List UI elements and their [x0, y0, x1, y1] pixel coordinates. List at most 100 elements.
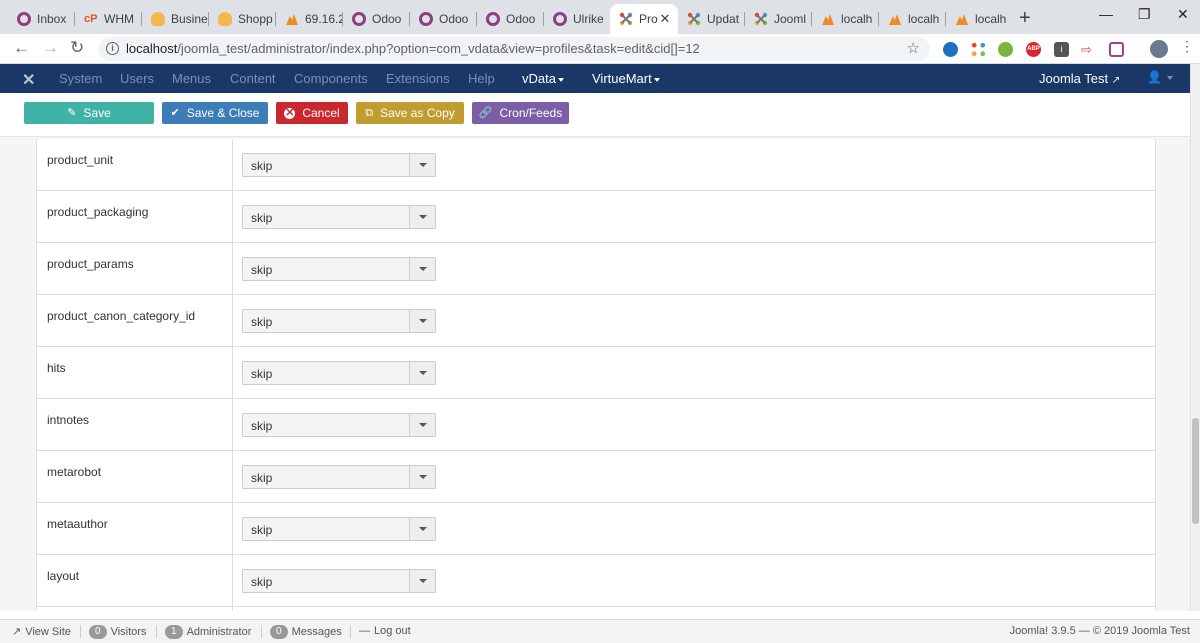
- field-label: product_canon_category_id: [47, 309, 196, 323]
- external-link-icon: ↗: [12, 626, 22, 638]
- browser-tab[interactable]: Inbox: [8, 4, 75, 34]
- circle-ring-icon: [553, 12, 567, 26]
- messages-link[interactable]: 0 Messages: [270, 625, 342, 639]
- menu-components[interactable]: Components: [294, 71, 368, 86]
- window-close-icon[interactable]: ✕: [1177, 6, 1189, 23]
- joomla-icon: [619, 12, 633, 26]
- browser-tab[interactable]: localh: [812, 4, 879, 34]
- profile-avatar[interactable]: [1150, 40, 1168, 58]
- edit-icon: ✎: [67, 107, 77, 119]
- bookmark-star-icon[interactable]: ☆: [907, 37, 920, 61]
- view-site-link[interactable]: ↗ View Site: [12, 625, 71, 639]
- table-row: metaauthor skip: [37, 503, 1155, 555]
- table-row: hits skip: [37, 347, 1155, 399]
- extension-share-icon[interactable]: ⇨: [1081, 42, 1096, 57]
- table-row: product_canon_category_id skip: [37, 295, 1155, 347]
- joomla-logo-icon[interactable]: ✕: [22, 70, 35, 90]
- field-mapping-table: product_unit skip product_packaging skip…: [36, 139, 1156, 611]
- back-icon[interactable]: ←: [13, 38, 30, 58]
- minimize-icon[interactable]: —: [1099, 6, 1113, 22]
- admin-navbar: ✕ System Users Menus Content Components …: [0, 64, 1190, 93]
- browser-tab[interactable]: Odoo: [477, 4, 544, 34]
- extension-person-icon[interactable]: [943, 42, 958, 57]
- close-tab-icon[interactable]: ✕: [658, 11, 672, 27]
- chevron-down-icon[interactable]: [409, 206, 435, 228]
- field-select[interactable]: skip: [242, 309, 436, 333]
- browser-tab[interactable]: 69.16.2: [276, 4, 343, 34]
- field-select[interactable]: skip: [242, 205, 436, 229]
- menu-extensions[interactable]: Extensions: [386, 71, 450, 86]
- browser-tab[interactable]: localh: [946, 4, 1009, 34]
- field-label: hits: [47, 361, 66, 375]
- cron-feeds-button[interactable]: 🔗 Cron/Feeds: [472, 102, 569, 124]
- menu-virtuemart[interactable]: VirtueMart: [592, 71, 660, 86]
- chevron-down-icon[interactable]: [409, 362, 435, 384]
- table-row: [37, 607, 1155, 611]
- scrollbar-thumb[interactable]: [1192, 418, 1199, 524]
- chevron-down-icon[interactable]: [409, 310, 435, 332]
- info-icon[interactable]: i: [106, 42, 119, 55]
- field-select[interactable]: skip: [242, 413, 436, 437]
- field-select[interactable]: skip: [242, 153, 436, 177]
- browser-tab[interactable]: Shopp: [209, 4, 276, 34]
- save-button[interactable]: ✎ Save: [24, 102, 154, 124]
- triangle-logo-icon: [888, 12, 902, 26]
- extension-purple-icon[interactable]: [1109, 42, 1124, 57]
- field-select[interactable]: skip: [242, 257, 436, 281]
- browser-tab[interactable]: Busine: [142, 4, 209, 34]
- cpanel-icon: cP: [84, 13, 98, 25]
- browser-tab[interactable]: cP WHM: [75, 4, 142, 34]
- user-icon: 👤: [1147, 70, 1162, 84]
- browser-tab[interactable]: Jooml: [745, 4, 812, 34]
- chevron-down-icon[interactable]: [409, 258, 435, 280]
- cancel-button[interactable]: ✕ Cancel: [276, 102, 348, 124]
- extension-green-icon[interactable]: [998, 42, 1013, 57]
- reload-icon[interactable]: ↻: [70, 38, 84, 58]
- field-select[interactable]: skip: [242, 465, 436, 489]
- browser-tab-active[interactable]: Pro ✕: [610, 4, 678, 34]
- chevron-down-icon[interactable]: [409, 414, 435, 436]
- chevron-down-icon[interactable]: [409, 466, 435, 488]
- check-icon: ✔: [170, 107, 180, 119]
- site-link[interactable]: Joomla Test ↗: [1039, 71, 1120, 86]
- field-select[interactable]: skip: [242, 569, 436, 593]
- restore-icon[interactable]: ❐: [1138, 6, 1151, 23]
- logout-link[interactable]: — Log out: [359, 625, 411, 637]
- page-scrollbar[interactable]: [1190, 64, 1200, 611]
- extension-joomla-icon[interactable]: [971, 42, 986, 57]
- browser-tab[interactable]: localh: [879, 4, 946, 34]
- new-tab-icon[interactable]: +: [1019, 7, 1031, 30]
- chevron-down-icon: [1167, 75, 1174, 80]
- address-bar[interactable]: i localhost/joomla_test/administrator/in…: [98, 37, 930, 61]
- extension-info-icon[interactable]: i: [1054, 42, 1069, 57]
- menu-content[interactable]: Content: [230, 71, 276, 86]
- adblock-icon[interactable]: ABP: [1026, 42, 1041, 57]
- visitors-badge: 0: [89, 625, 107, 639]
- save-as-copy-button[interactable]: ⧉ Save as Copy: [356, 102, 464, 124]
- menu-help[interactable]: Help: [468, 71, 495, 86]
- field-label: metarobot: [47, 465, 102, 479]
- save-close-button[interactable]: ✔ Save & Close: [162, 102, 268, 124]
- menu-menus[interactable]: Menus: [172, 71, 211, 86]
- forward-icon[interactable]: →: [42, 38, 59, 58]
- version-text: Joomla! 3.9.5 — © 2019 Joomla Test: [1009, 625, 1190, 637]
- browser-tab[interactable]: Odoo: [343, 4, 410, 34]
- field-select[interactable]: skip: [242, 361, 436, 385]
- circle-ring-icon: [419, 12, 433, 26]
- browser-tab[interactable]: Updat: [678, 4, 745, 34]
- visitors-link[interactable]: 0 Visitors: [89, 625, 146, 639]
- chevron-down-icon: [653, 77, 660, 82]
- chevron-down-icon[interactable]: [409, 570, 435, 592]
- menu-users[interactable]: Users: [120, 71, 154, 86]
- browser-menu-icon[interactable]: ⋮: [1180, 38, 1194, 55]
- menu-vdata[interactable]: vData: [522, 71, 564, 86]
- browser-tab[interactable]: Odoo: [410, 4, 477, 34]
- field-select[interactable]: skip: [242, 517, 436, 541]
- chevron-down-icon[interactable]: [409, 154, 435, 176]
- administrator-link[interactable]: 1 Administrator: [165, 625, 251, 639]
- chevron-down-icon[interactable]: [409, 518, 435, 540]
- browser-tab[interactable]: Ulrike: [544, 4, 610, 34]
- table-row: product_unit skip: [37, 139, 1155, 191]
- user-menu[interactable]: 👤: [1147, 70, 1174, 84]
- menu-system[interactable]: System: [59, 71, 102, 86]
